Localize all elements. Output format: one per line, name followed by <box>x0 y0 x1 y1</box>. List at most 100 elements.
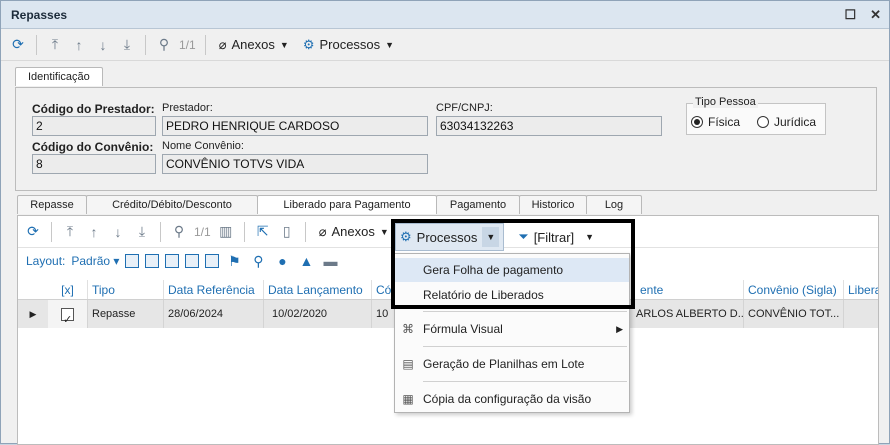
chevron-right-icon: ▶ <box>616 323 623 334</box>
inner-processos-bar: ⚙ Processos ▼ ⏷ [Filtrar] ▼ <box>395 223 598 251</box>
radio-selected-icon <box>691 116 703 128</box>
search-icon[interactable]: ⚲ <box>170 223 188 241</box>
anexos-menu[interactable]: ⌀ Anexos ▼ <box>315 224 393 240</box>
first-record-icon[interactable]: ⤒ <box>46 36 64 54</box>
gear-icon: ⚙ <box>302 36 315 52</box>
anexos-menu[interactable]: ⌀ Anexos ▼ <box>215 37 293 53</box>
menu-item-formula-visual[interactable]: ⌘ Fórmula Visual ▶ <box>395 317 629 341</box>
delete-icon[interactable] <box>145 254 160 268</box>
menu-item-label: Relatório de Liberados <box>423 288 544 302</box>
column-header-libera[interactable]: Libera <box>844 280 878 299</box>
layout-icon[interactable]: ▥ <box>217 223 235 241</box>
layout-select[interactable]: Padrão ▾ <box>71 254 119 268</box>
prestador-label: Prestador: <box>162 102 213 114</box>
menu-item-relatorio-liberados[interactable]: Relatório de Liberados <box>395 283 629 307</box>
radio-fisica[interactable]: Física <box>691 115 740 129</box>
menu-item-geracao-planilhas[interactable]: ▤ Geração de Planilhas em Lote <box>395 352 629 376</box>
tab-log[interactable]: Log <box>586 195 642 214</box>
next-record-icon[interactable]: ↓ <box>109 223 127 241</box>
tab-credito-debito[interactable]: Crédito/Débito/Desconto <box>86 195 258 214</box>
cpf-field[interactable]: 63034132263 <box>436 116 662 136</box>
processos-menu[interactable]: ⚙ Processos ▼ <box>299 37 398 53</box>
tab-liberado-pagamento[interactable]: Liberado para Pagamento <box>257 195 437 214</box>
cell-data-referencia: 28/06/2024 <box>164 300 264 328</box>
column-header-convenio[interactable]: Convênio (Sigla) <box>744 280 844 299</box>
color-icon[interactable]: ● <box>273 252 291 270</box>
last-record-icon[interactable]: ⤓ <box>118 36 136 54</box>
radio-juridica[interactable]: Jurídica <box>757 115 816 129</box>
refresh-icon[interactable]: ⟳ <box>24 223 42 241</box>
upload-icon[interactable] <box>185 254 200 268</box>
cell-libera <box>844 300 878 328</box>
previous-record-icon[interactable]: ↑ <box>70 36 88 54</box>
layout-label: Layout: <box>26 254 66 268</box>
anexos-label: Anexos <box>231 37 275 52</box>
row-expand-icon[interactable]: ▶ <box>18 300 48 328</box>
flowchart-icon: ⌘ <box>402 322 414 336</box>
refresh-icon[interactable]: ⟳ <box>9 36 27 54</box>
column-header-select[interactable]: [x] <box>48 280 88 299</box>
main-toolbar: ⟳ ⤒ ↑ ↓ ⤓ ⚲ 1/1 ⌀ Anexos ▼ ⚙ Processos ▼ <box>1 29 889 61</box>
gear-icon: ⚙ <box>400 229 412 244</box>
chevron-down-icon: ▼ <box>279 39 289 50</box>
chart-icon[interactable]: ▲ <box>297 252 315 270</box>
title-bar: Repasses ☐ ✕ <box>1 1 889 29</box>
previous-record-icon[interactable]: ↑ <box>85 223 103 241</box>
tab-repasse[interactable]: Repasse <box>17 195 87 214</box>
pin-icon[interactable]: ⚑ <box>225 252 243 270</box>
tab-historico[interactable]: Historico <box>519 195 587 214</box>
filter-pin-icon[interactable]: ⚲ <box>249 252 267 270</box>
chevron-down-icon: ▼ <box>385 39 395 50</box>
grid-copy-icon: ▦ <box>402 392 414 406</box>
processos-menu-open[interactable]: ⚙ Processos ▼ <box>395 223 505 251</box>
menu-item-copia-configuracao[interactable]: ▦ Cópia da configuração da visão <box>395 387 629 411</box>
document-icon[interactable]: ▯ <box>278 223 296 241</box>
menu-item-label: Cópia da configuração da visão <box>423 392 592 406</box>
add-icon[interactable] <box>125 254 140 268</box>
tab-identificacao[interactable]: Identificação <box>15 67 103 86</box>
nome-convenio-label: Nome Convênio: <box>162 140 244 152</box>
column-header-tipo[interactable]: Tipo <box>88 280 164 299</box>
export-icon[interactable]: ⇱ <box>254 223 272 241</box>
codigo-convenio-field[interactable]: 8 <box>32 154 156 174</box>
window-title: Repasses <box>11 7 68 22</box>
pager-text: 1/1 <box>179 37 196 52</box>
processos-dropdown: Gera Folha de pagamento Relatório de Lib… <box>394 253 630 413</box>
detail-tabs: Repasse Crédito/Débito/Desconto Liberado… <box>17 195 642 214</box>
tab-pagamento[interactable]: Pagamento <box>436 195 520 214</box>
codigo-prestador-field[interactable]: 2 <box>32 116 156 136</box>
maximize-icon[interactable]: ☐ <box>844 7 856 23</box>
column-header-data-lancamento[interactable]: Data Lançamento <box>264 280 372 299</box>
search-icon[interactable]: ⚲ <box>155 36 173 54</box>
chevron-down-icon: ▼ <box>379 226 389 237</box>
minimize-icon[interactable]: ▬ <box>321 252 339 270</box>
next-record-icon[interactable]: ↓ <box>94 36 112 54</box>
menu-item-label: Fórmula Visual <box>423 322 503 336</box>
menu-item-label: Geração de Planilhas em Lote <box>423 357 585 371</box>
row-indicator-header <box>18 280 48 299</box>
cpf-label: CPF/CNPJ: <box>436 102 493 114</box>
last-record-icon[interactable]: ⤓ <box>133 223 151 241</box>
filtrar-menu[interactable]: ⏷ [Filtrar] ▼ <box>514 226 598 248</box>
menu-item-gera-folha[interactable]: Gera Folha de pagamento <box>395 258 629 282</box>
pager-text: 1/1 <box>194 224 211 239</box>
download-icon[interactable] <box>205 254 220 268</box>
chevron-down-icon[interactable]: ▼ <box>482 227 500 247</box>
row-checkbox[interactable] <box>48 300 88 328</box>
nome-convenio-field[interactable]: CONVÊNIO TOTVS VIDA <box>162 154 428 174</box>
cell-convenio: CONVÊNIO TOT... <box>744 300 844 328</box>
paperclip-icon: ⌀ <box>318 223 327 239</box>
prestador-field[interactable]: PEDRO HENRIQUE CARDOSO <box>162 116 428 136</box>
cell-tipo: Repasse <box>88 300 164 328</box>
close-icon[interactable]: ✕ <box>870 7 881 23</box>
tipo-pessoa-label: Tipo Pessoa <box>693 96 758 108</box>
first-record-icon[interactable]: ⤒ <box>61 223 79 241</box>
processos-label: Processos <box>416 229 478 245</box>
checkbox-checked-icon <box>61 306 74 328</box>
save-icon[interactable] <box>165 254 180 268</box>
radio-empty-icon <box>757 116 769 128</box>
tipo-pessoa-group: Tipo Pessoa Física Jurídica <box>686 96 826 135</box>
column-header-data-referencia[interactable]: Data Referência <box>164 280 264 299</box>
padrao-label: Padrão <box>71 254 111 268</box>
fisica-label: Física <box>708 115 741 129</box>
